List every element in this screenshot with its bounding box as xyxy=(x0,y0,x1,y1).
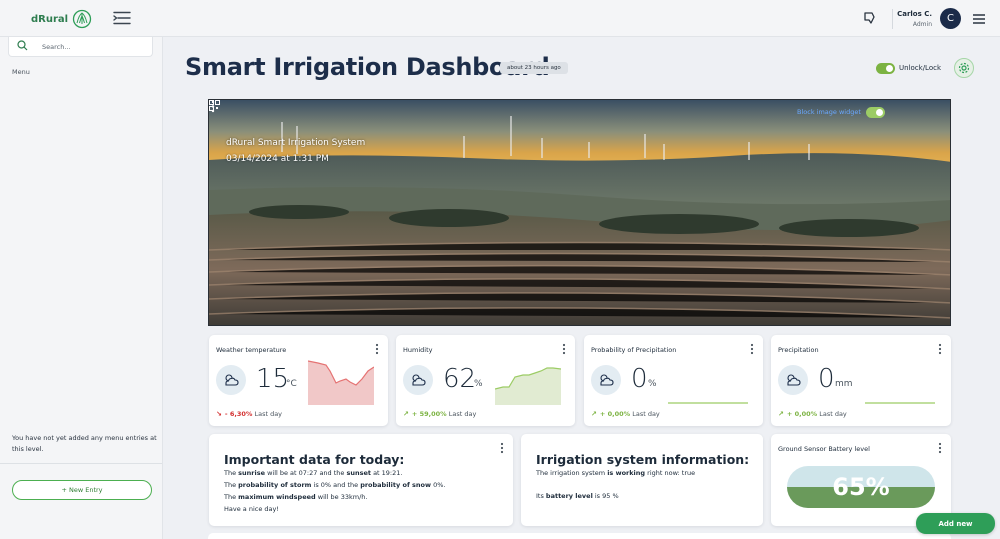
precip-prob-value: 0 xyxy=(631,364,648,394)
menu-heading: Menu xyxy=(12,68,30,76)
trend-up-icon: ↗ xyxy=(591,410,597,418)
more-vertical-icon[interactable] xyxy=(937,343,943,355)
weather-cloud-sun-icon xyxy=(778,365,808,395)
logo-text: dRural xyxy=(31,13,69,25)
landscape-image xyxy=(209,100,950,325)
search-input[interactable] xyxy=(42,40,147,53)
logo[interactable]: dRural xyxy=(31,9,92,29)
humidity-sparkline xyxy=(495,367,561,405)
card-title: Weather temperature xyxy=(216,346,287,354)
delta-value: + 59,00% xyxy=(411,410,447,418)
sidebar-divider xyxy=(0,463,162,464)
sun-times-line: The sunrise will be at 07:27 and the sun… xyxy=(224,469,403,477)
block-image-widget-toggle[interactable] xyxy=(866,107,885,118)
precipitation-sparkline xyxy=(865,402,935,404)
dashboard-settings-button[interactable] xyxy=(954,58,974,78)
more-vertical-icon[interactable] xyxy=(209,100,217,113)
precipitation-delta: ↗ + 0,00% Last day xyxy=(778,410,847,418)
delta-period: Last day xyxy=(254,410,283,418)
storm-snow-line: The probability of storm is 0% and the p… xyxy=(224,481,446,489)
trend-down-icon: ↘ xyxy=(216,410,222,418)
temperature-sparkline xyxy=(308,360,374,405)
more-vertical-icon[interactable] xyxy=(499,442,505,454)
sidebar: Menu You have not yet added any menu ent… xyxy=(0,37,163,539)
drural-logo-icon xyxy=(72,9,92,29)
humidity-unit: % xyxy=(474,379,483,389)
precipitation-unit: mm xyxy=(835,379,853,389)
precip-prob-sparkline xyxy=(668,402,748,404)
hero-date: 03/14/2024 at 1:31 PM xyxy=(226,154,329,164)
hero-image-widget: dRural Smart Irrigation System 03/14/202… xyxy=(208,99,951,326)
delta-period: Last day xyxy=(632,410,660,418)
precipitation-card: Precipitation 0 mm ↗ + 0,00% Last day xyxy=(771,335,951,426)
card-title: Probability of Precipitation xyxy=(591,346,677,354)
temperature-delta: ↘ - 6,30% Last day xyxy=(216,410,282,418)
more-vertical-icon[interactable] xyxy=(749,343,755,355)
humidity-value: 62 xyxy=(443,364,477,394)
user-role: Admin xyxy=(912,21,932,28)
block-image-widget-label: Block image widget xyxy=(797,108,861,116)
weather-cloud-sun-icon xyxy=(403,365,433,395)
delta-value: - 6,30% xyxy=(224,410,253,418)
empty-menu-note: You have not yet added any menu entries … xyxy=(12,434,157,453)
user-name: Carlos C. xyxy=(897,10,932,18)
temperature-card: Weather temperature 15 °C ↘ - 6,30% Last … xyxy=(209,335,388,426)
irrigation-info-card: Irrigation system information: The irrig… xyxy=(521,434,763,526)
hero-title: dRural Smart Irrigation System xyxy=(226,138,366,148)
irrigation-title: Irrigation system information: xyxy=(536,452,750,467)
search-box[interactable] xyxy=(8,37,153,57)
trend-up-icon: ↗ xyxy=(403,410,409,418)
irrigation-battery-line: Its battery level is 95 % xyxy=(536,492,619,500)
precipitation-probability-card: Probability of Precipitation 0 % ↗ + 0,00… xyxy=(584,335,763,426)
delta-period: Last day xyxy=(448,410,477,418)
gear-icon xyxy=(958,62,970,74)
humidity-delta: ↗ + 59,00% Last day xyxy=(403,410,476,418)
windspeed-line: The maximum windspeed will be 33km/h. xyxy=(224,493,368,501)
delta-value: + 0,00% xyxy=(786,410,818,418)
battery-gauge: 65% xyxy=(787,466,935,508)
irrigation-status-line: The irrigation system is working right n… xyxy=(536,469,696,477)
battery-value: 65% xyxy=(832,473,890,501)
important-data-card: Important data for today: The sunrise wi… xyxy=(209,434,513,526)
precipitation-value: 0 xyxy=(818,364,835,394)
card-title: Precipitation xyxy=(778,346,819,354)
precip-prob-unit: % xyxy=(648,379,657,389)
temperature-unit: °C xyxy=(286,379,297,389)
more-vertical-icon[interactable] xyxy=(561,343,567,355)
weather-cloud-sun-icon xyxy=(591,365,621,395)
topbar-divider xyxy=(892,9,893,29)
humidity-card: Humidity 62 % ↗ + 59,00% Last day xyxy=(396,335,575,426)
add-new-button[interactable]: Add new xyxy=(916,513,995,534)
greeting-line: Have a nice day! xyxy=(224,505,279,513)
delta-period: Last day xyxy=(819,410,847,418)
new-entry-button[interactable]: + New Entry xyxy=(12,480,152,500)
more-vertical-icon[interactable] xyxy=(937,442,943,454)
delta-value: + 0,00% xyxy=(599,410,631,418)
last-updated-badge: about 23 hours ago xyxy=(500,62,568,74)
hamburger-menu-icon[interactable] xyxy=(973,14,985,24)
lock-label: Unlock/Lock xyxy=(899,64,942,72)
card-title: Humidity xyxy=(403,346,433,354)
card-title: Ground Sensor Battery level xyxy=(778,445,870,453)
chat-bubble-icon[interactable] xyxy=(862,11,876,25)
precip-prob-delta: ↗ + 0,00% Last day xyxy=(591,410,660,418)
weather-cloud-sun-icon xyxy=(216,365,246,395)
more-vertical-icon[interactable] xyxy=(374,343,380,355)
search-icon xyxy=(17,40,28,51)
lock-toggle[interactable] xyxy=(876,63,895,74)
important-title: Important data for today: xyxy=(224,452,405,467)
page-title: Smart Irrigation Dashboard xyxy=(185,53,550,81)
trend-up-icon: ↗ xyxy=(778,410,784,418)
menu-collapse-icon[interactable] xyxy=(113,11,131,25)
temperature-value: 15 xyxy=(256,364,290,394)
avatar[interactable]: C xyxy=(940,8,961,29)
top-bar: dRural Carlos C. Admin C xyxy=(0,0,1000,37)
next-widget-edge xyxy=(208,533,951,539)
